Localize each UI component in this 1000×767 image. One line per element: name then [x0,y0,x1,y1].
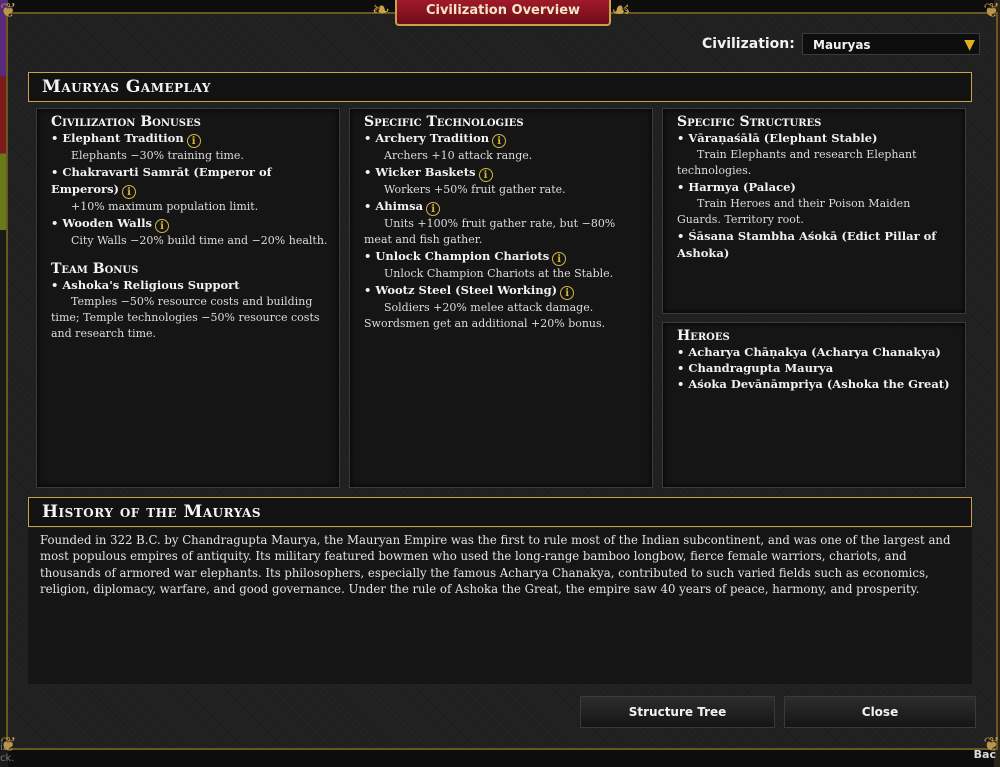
list-item: • Chandragupta Maurya [677,361,834,375]
structure-tree-button[interactable]: Structure Tree [580,696,775,728]
list-item: • Harmya (Palace) Train Heroes and their… [677,180,911,226]
heroes-title: Heroes [677,328,730,344]
list-item: • Archery Tradition i Archers +10 attack … [364,131,533,162]
structures-panel: Specific Structures • Vāraṇaśālā (Elepha… [662,108,966,314]
corner-ornament-tr: ❦ [983,0,1000,22]
list-item: • Ashoka's Religious Support Temples −50… [51,278,320,340]
technologies-panel: Specific Technologies • Archery Traditio… [349,108,653,488]
corner-ornament-tl: ❦ [0,0,17,22]
list-item: • Wootz Steel (Steel Working) i Soldiers … [364,283,606,330]
civ-dropdown-value: Mauryas [813,38,871,52]
gameplay-header: Mauryas Gameplay [28,72,972,102]
list-item: • Unlock Champion Chariots i Unlock Champ… [364,249,614,280]
info-icon[interactable]: i [492,134,507,148]
list-item: • Vāraṇaśālā (Elephant Stable) Train Ele… [677,131,917,177]
team-bonus-title: Team Bonus [51,261,139,277]
info-icon[interactable]: i [478,168,493,182]
list-item: • Acharya Chāṇakya (Acharya Chanakya) [677,345,941,359]
list-item: • Chakravarti Samrāt (Emperor of Emperor… [51,165,272,213]
info-icon[interactable]: i [122,185,136,199]
structures-title: Specific Structures [677,114,822,130]
info-icon[interactable]: i [552,252,567,266]
info-icon[interactable]: i [154,219,169,233]
title-ornament-left: ❧ [371,0,391,23]
history-header: History of the Mauryas [28,497,972,527]
civ-selector-label: Civilization: [702,36,795,52]
info-icon[interactable]: i [426,202,441,216]
window-title: Civilization Overview [395,0,611,26]
list-item: • Aśoka Devānāmpriya (Ashoka the Great) [677,377,950,391]
civ-bonuses-title: Civilization Bonuses [51,114,201,130]
list-item: • Wicker Baskets i Workers +50% fruit gat… [364,165,566,196]
info-icon[interactable]: i [186,134,201,148]
civ-dropdown[interactable]: Mauryas ▼ [802,33,980,55]
corner-ornament-br: ❦ [983,732,1000,756]
list-item: • Elephant Tradition i Elephants −30% tra… [51,131,244,162]
close-button[interactable]: Close [784,696,976,728]
chevron-down-icon: ▼ [964,37,975,53]
list-item: • Wooden Walls i City Walls −20% build ti… [51,216,328,247]
history-text: Founded in 322 B.C. by Chandragupta Maur… [28,528,972,684]
info-icon[interactable]: i [560,286,575,300]
list-item: • Śāsana Stambha Aśokā (Edict Pillar of … [677,229,937,260]
corner-ornament-bl: ❦ [0,732,17,756]
list-item: • Ahimsa i Units +100% fruit gather rate,… [364,199,616,246]
technologies-title: Specific Technologies [364,114,524,130]
title-ornament-right: ☙ [611,0,631,23]
civ-bonuses-panel: Civilization Bonuses • Elephant Traditio… [36,108,340,488]
heroes-panel: Heroes • Acharya Chāṇakya (Acharya Chana… [662,322,966,488]
